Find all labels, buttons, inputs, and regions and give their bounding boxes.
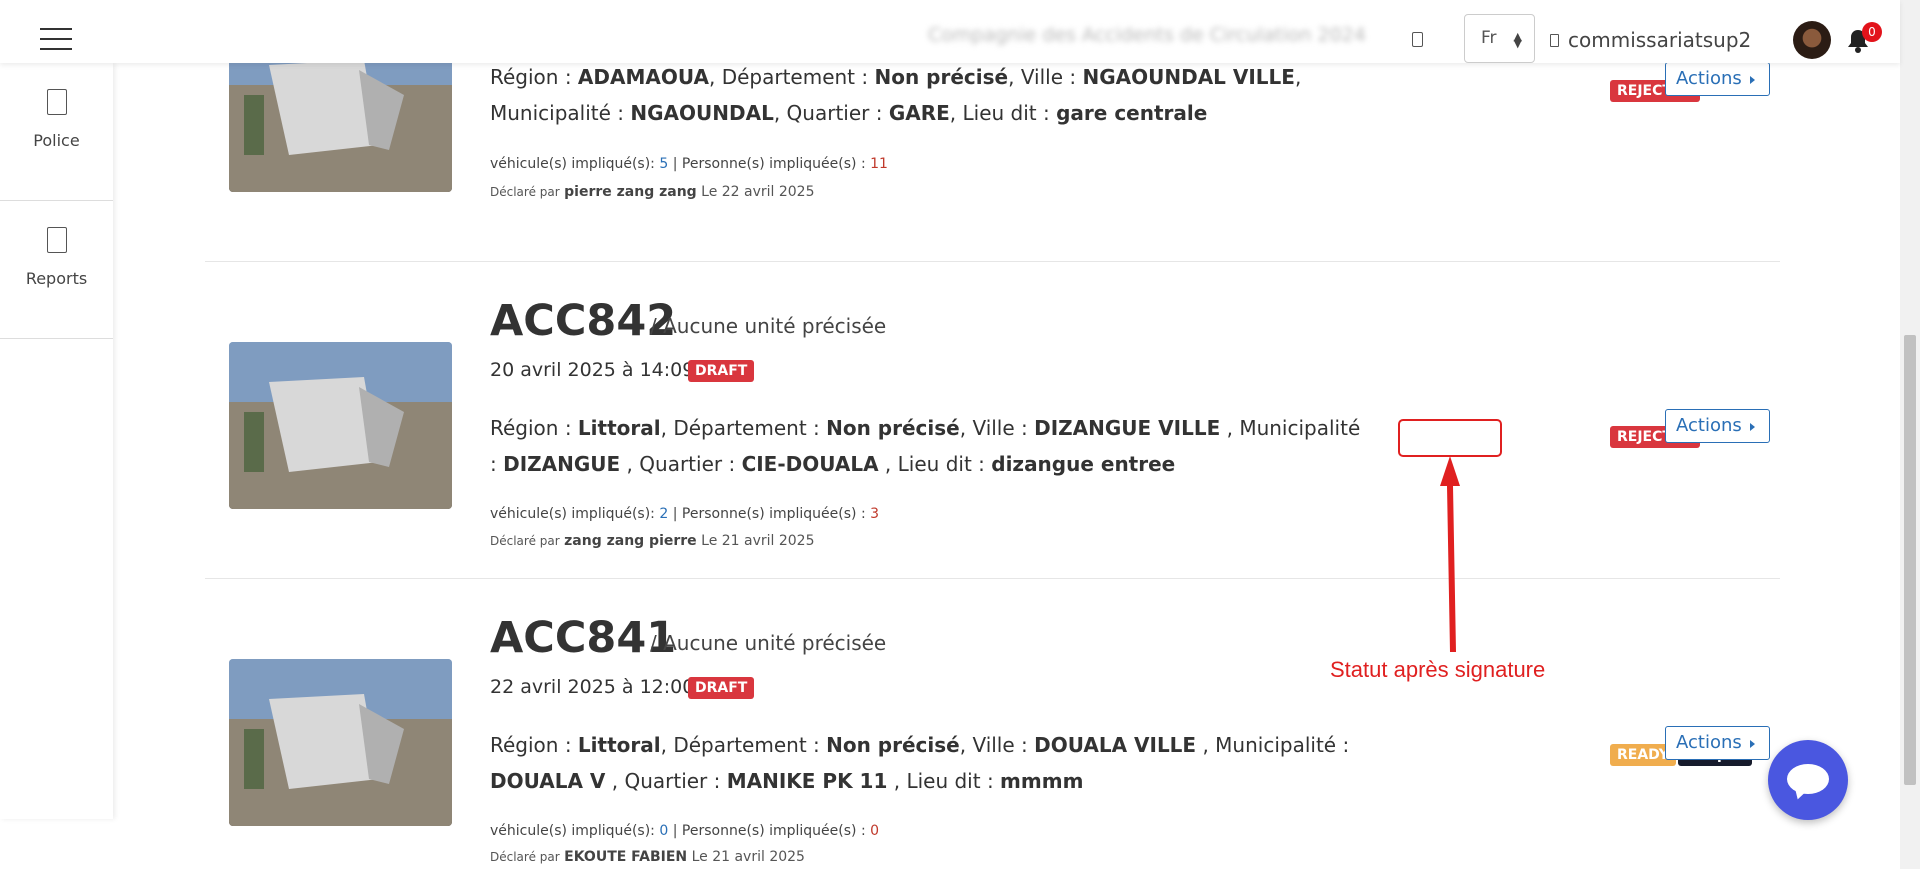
declared-by: Déclaré par EKOUTE FABIEN Le 21 avril 20… [490,849,805,865]
scrollbar-thumb[interactable] [1904,335,1916,785]
declared-by: Déclaré par zang zang pierre Le 21 avril… [490,533,815,549]
actions-button[interactable]: Actions [1665,726,1770,760]
draft-badge: DRAFT [688,677,755,699]
involved-counts: véhicule(s) impliqué(s): 5 | Personne(s)… [490,156,888,172]
annotation-text: Statut après signature [1330,657,1546,682]
sidebar-item-label: Reports [25,269,88,288]
declared-by: Déclaré par pierre zang zang Le 22 avril… [490,184,815,200]
caret-right-icon [1750,740,1755,748]
sidebar-item-label: Police [33,131,80,150]
scrollbar[interactable] [1900,0,1920,869]
username[interactable]: commissariatsup2 [1568,28,1751,52]
location-text: Région : Littoral, Département : Non pré… [490,733,1350,793]
accident-unit: / Aucune unité précisée [650,314,887,338]
draft-badge: DRAFT [688,360,755,382]
avatar[interactable] [1793,21,1831,59]
caret-right-icon [1750,76,1755,84]
involved-counts: véhicule(s) impliqué(s): 2 | Personne(s)… [490,506,880,522]
sidebar: Police Reports [0,63,113,819]
accident-row: ACC841 / Aucune unité précisée 22 avril … [205,579,1780,889]
accident-code[interactable]: ACC841 [490,613,676,663]
sidebar-item-reports[interactable]: Reports [0,201,113,339]
caret-right-icon [1750,423,1755,431]
involved-counts: véhicule(s) impliqué(s): 0 | Personne(s)… [490,823,880,839]
user-icon [1550,34,1559,47]
accident-code[interactable]: ACC842 [490,296,676,346]
accident-date: 22 avril 2025 à 12:00 [490,676,695,698]
accident-date: 20 avril 2025 à 14:09 [490,359,695,381]
language-select[interactable]: Fr ▲ ▼ [1464,14,1535,63]
annotation-arrow-icon [1440,456,1460,652]
actions-button[interactable]: Actions [1665,409,1770,443]
location-text: Région : Littoral, Département : Non pré… [490,416,1361,476]
language-value: Fr [1481,28,1497,48]
actions-button[interactable]: Actions [1665,62,1770,96]
sort-caret-icon: ▲ ▼ [1513,30,1522,50]
top-bar: Compagnie des Accidents de Circulation 2… [0,0,1900,63]
annotation-highlight-box [1398,419,1502,457]
sidebar-item-police[interactable]: Police [0,63,113,201]
document-icon[interactable] [1412,32,1423,47]
accident-unit: / Aucune unité précisée [650,631,887,655]
police-icon [46,89,67,115]
company-name: Compagnie des Accidents de Circulation 2… [928,24,1366,46]
accident-row: ACC842 / Aucune unité précisée 20 avril … [205,262,1780,579]
accident-photo[interactable] [229,342,452,509]
reports-icon [46,227,67,253]
accident-photo[interactable] [229,659,452,826]
notification-count-badge: 0 [1862,22,1882,42]
location-text: Région : ADAMAOUA, Département : Non pré… [490,65,1302,125]
chat-button[interactable] [1768,740,1848,820]
menu-icon[interactable] [40,28,72,50]
